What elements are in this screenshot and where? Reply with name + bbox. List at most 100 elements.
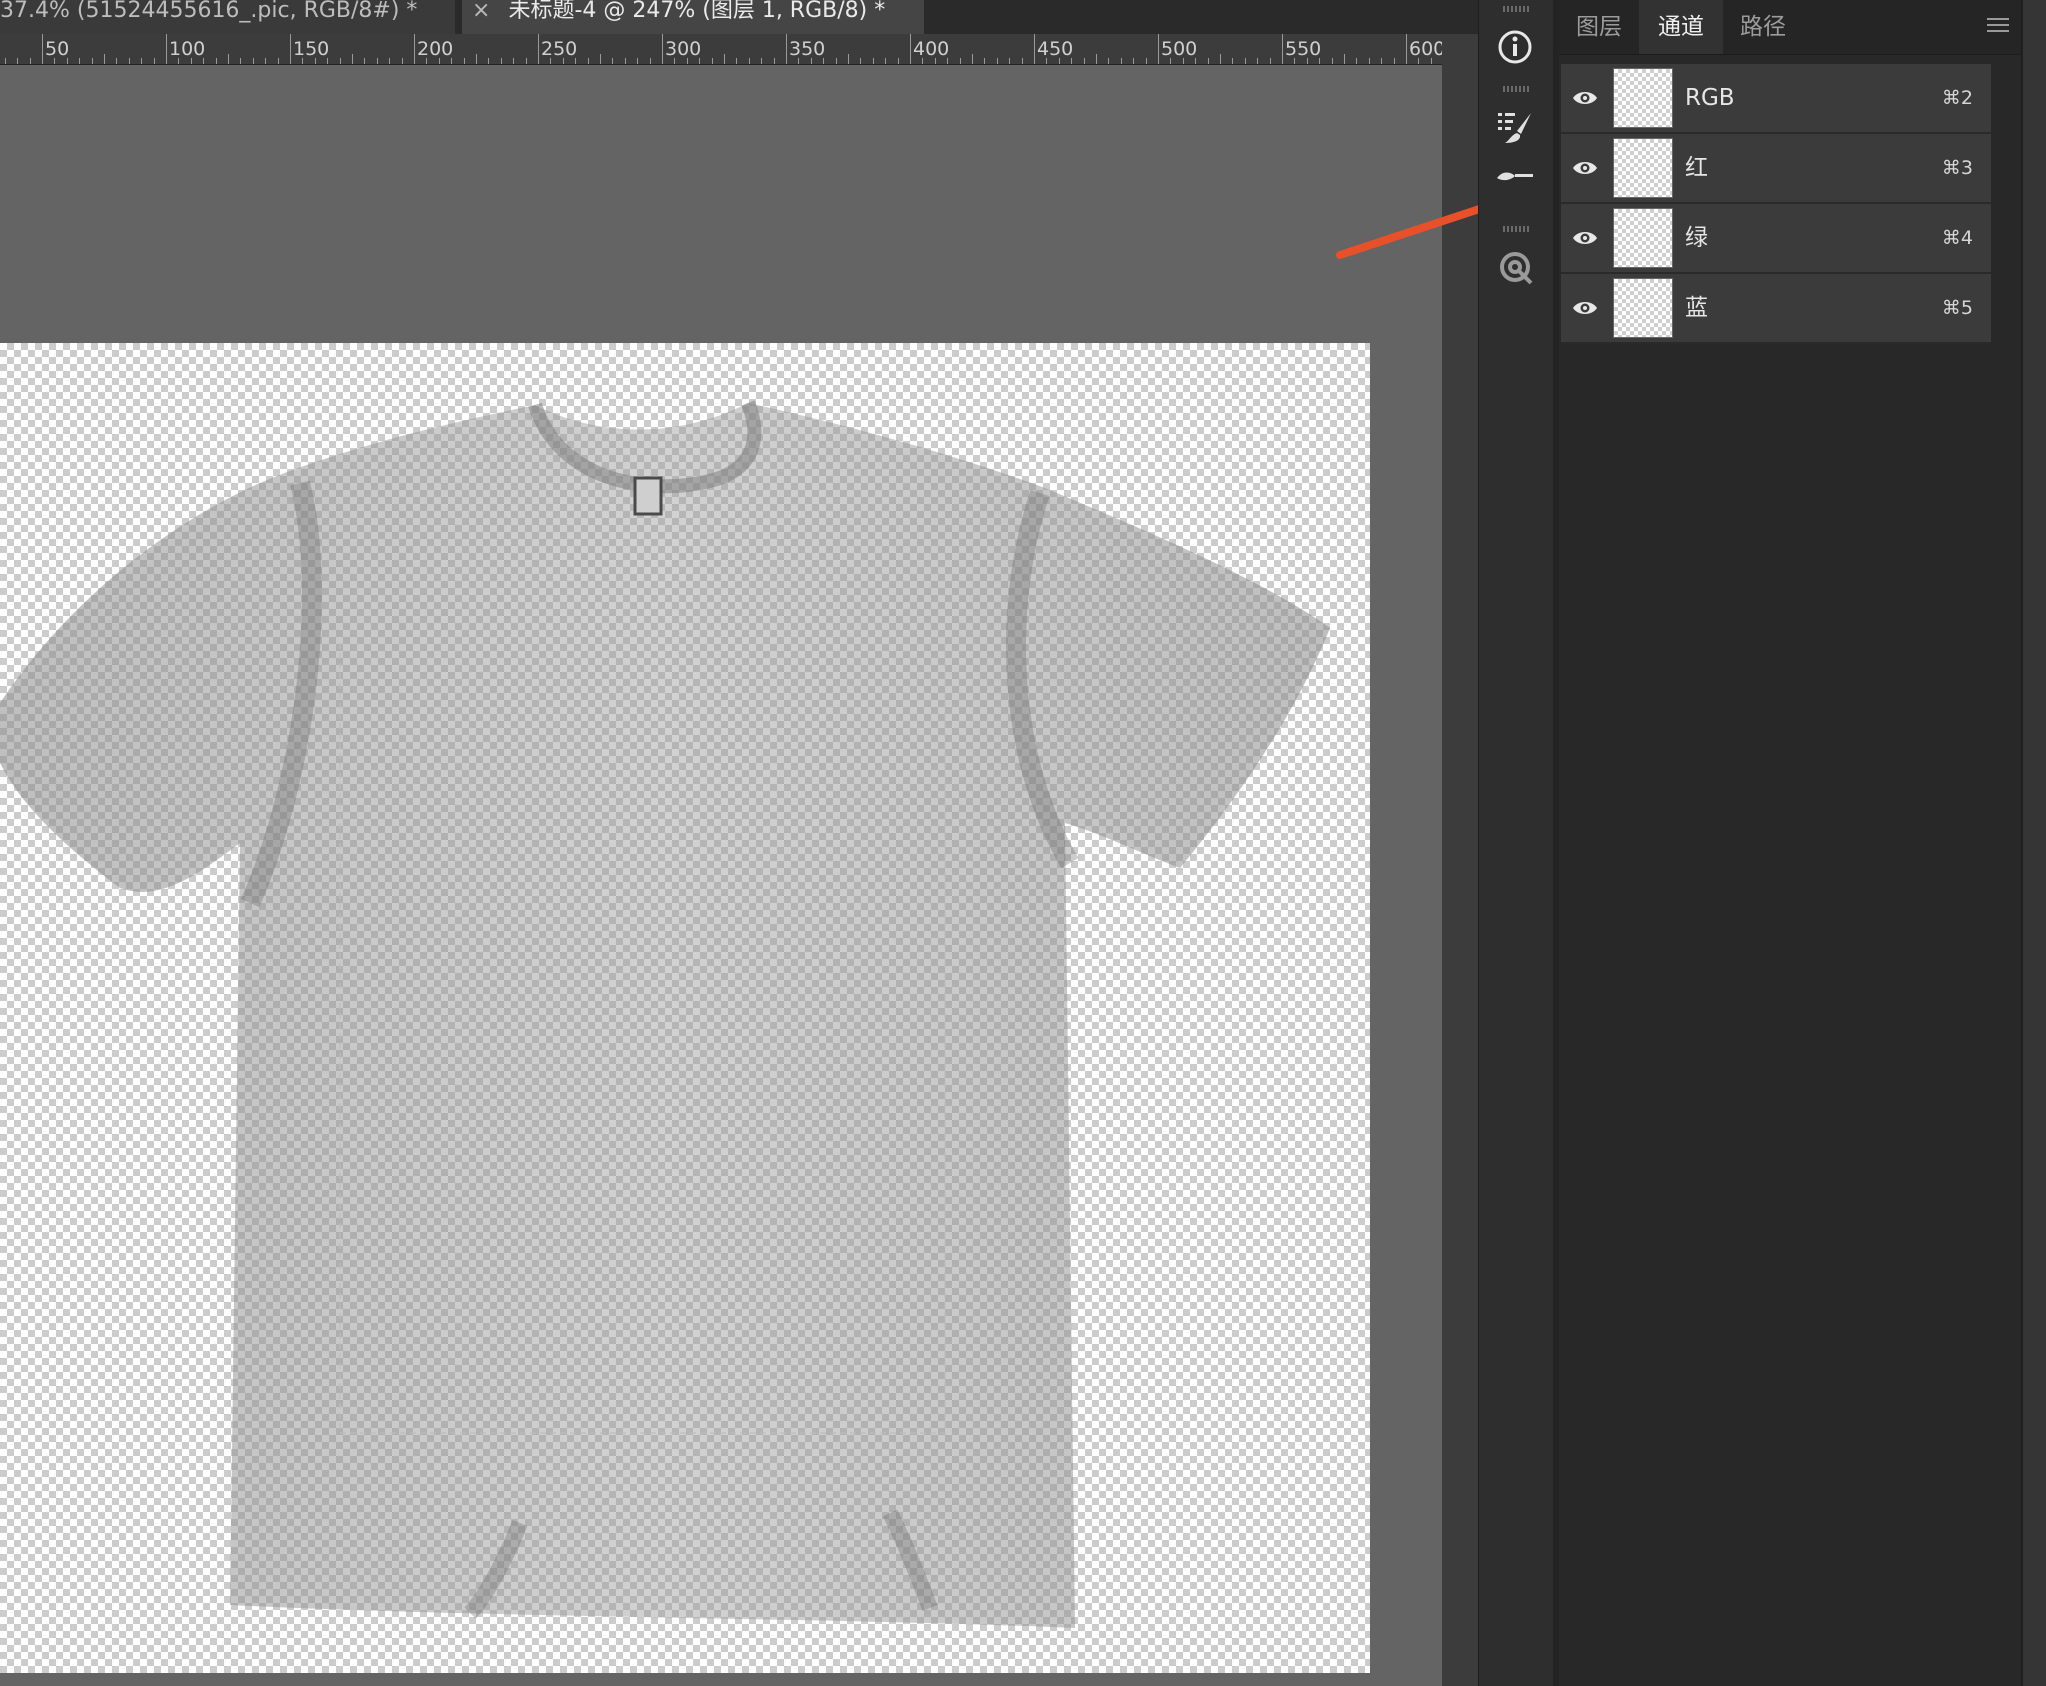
ruler-tick	[389, 58, 391, 64]
eye-icon[interactable]	[1571, 294, 1599, 322]
ruler-label: 200	[417, 38, 454, 60]
ruler-tick	[1108, 58, 1110, 64]
ruler-tick	[116, 58, 118, 64]
ruler-label: 550	[1285, 38, 1322, 60]
ruler-tick	[662, 34, 663, 64]
ruler-tick	[711, 58, 713, 64]
brush-presets-icon[interactable]	[1492, 104, 1538, 150]
channel-thumbnail	[1613, 138, 1673, 198]
tab-paths[interactable]: 路径	[1723, 0, 1803, 54]
ruler-label: 300	[665, 38, 702, 60]
document-canvas[interactable]	[0, 343, 1370, 1673]
ruler-tick	[996, 58, 998, 64]
document-tab-2[interactable]: × 未标题-4 @ 247% (图层 1, RGB/8) *	[462, 0, 924, 34]
ruler-label: 500	[1161, 38, 1198, 60]
channel-shortcut: ⌘3	[1941, 157, 1973, 179]
info-icon[interactable]	[1492, 24, 1538, 70]
ruler-tick	[1232, 58, 1234, 64]
ruler-tick	[290, 34, 291, 64]
ruler-label: 450	[1037, 38, 1074, 60]
ruler-tick	[538, 34, 539, 64]
ruler-label: 50	[45, 38, 70, 60]
panel-tab-bar: 图层 通道 路径	[1559, 0, 2021, 55]
document-tab-1-title: 37.4% (51524455616_.pic, RGB/8#) *	[0, 0, 418, 23]
channel-shortcut: ⌘4	[1941, 227, 1973, 249]
ruler-tick	[1021, 58, 1023, 64]
tshirt-image	[0, 400, 1330, 1628]
ruler-tick	[1282, 34, 1283, 64]
ruler-tick	[401, 58, 403, 64]
document-tab-1[interactable]: 37.4% (51524455616_.pic, RGB/8#) *	[0, 0, 455, 34]
tab-channels[interactable]: 通道	[1639, 0, 1723, 54]
ruler-tick	[513, 58, 515, 64]
ruler-tick	[414, 34, 415, 64]
eye-icon[interactable]	[1571, 84, 1599, 112]
ruler-tick	[587, 58, 589, 64]
ruler-tick	[959, 58, 961, 64]
tab-layers[interactable]: 图层	[1559, 0, 1639, 54]
ruler-tick	[1393, 58, 1395, 64]
ruler-tick	[835, 58, 837, 64]
ruler-tick	[624, 58, 626, 64]
ruler-tick	[463, 58, 465, 64]
dock-grip[interactable]	[1503, 6, 1531, 12]
ruler-tick	[1207, 58, 1209, 64]
eye-icon[interactable]	[1571, 224, 1599, 252]
ruler-tick	[17, 58, 19, 64]
horizontal-ruler[interactable]: 50 100 150 200 250 300 350 400 450 500 550 600	[0, 34, 1442, 65]
ruler-tick	[215, 58, 217, 64]
ruler-tick	[252, 58, 254, 64]
channel-row-red[interactable]: 红 ⌘3	[1561, 134, 1991, 204]
ruler-tick	[141, 58, 143, 64]
ruler-tick	[488, 58, 490, 64]
channel-name: RGB	[1685, 85, 1735, 111]
ruler-tick	[637, 58, 639, 64]
ruler-tick	[1257, 58, 1259, 64]
ruler-tick	[1034, 34, 1035, 64]
channel-row-green[interactable]: 绿 ⌘4	[1561, 204, 1991, 274]
channel-name: 红	[1685, 155, 1708, 181]
dock-grip[interactable]	[1503, 86, 1531, 92]
channel-row-rgb[interactable]: RGB ⌘2	[1561, 64, 1991, 134]
ruler-tick	[104, 54, 105, 64]
ruler-tick	[339, 58, 341, 64]
close-icon[interactable]: ×	[472, 0, 490, 22]
channel-thumbnail	[1613, 208, 1673, 268]
ruler-tick	[42, 34, 43, 64]
channel-row-blue[interactable]: 蓝 ⌘5	[1561, 274, 1991, 344]
ruler-tick	[500, 58, 502, 64]
libraries-icon[interactable]	[1492, 244, 1538, 290]
ruler-tick	[1145, 58, 1147, 64]
collapsed-panel-dock	[1478, 0, 1554, 1686]
channel-shortcut: ⌘2	[1941, 87, 1973, 109]
ruler-label: 350	[789, 38, 826, 60]
ruler-tick	[240, 58, 242, 64]
ruler-tick	[29, 58, 31, 64]
ruler-tick	[1381, 58, 1383, 64]
ruler-label: 400	[913, 38, 950, 60]
ruler-tick	[1158, 34, 1159, 64]
ruler-tick	[525, 58, 527, 64]
ruler-tick	[265, 58, 267, 64]
brush-icon[interactable]	[1492, 152, 1538, 198]
scroll-gutter	[1442, 34, 1478, 1686]
ruler-tick	[277, 58, 279, 64]
ruler-tick	[736, 58, 738, 64]
ruler-tick	[1368, 58, 1370, 64]
ruler-tick	[1220, 54, 1221, 64]
ruler-tick	[1356, 58, 1358, 64]
channel-name: 蓝	[1685, 295, 1708, 321]
ruler-tick	[1120, 58, 1122, 64]
ruler-tick	[872, 58, 874, 64]
ruler-tick	[376, 58, 378, 64]
ruler-tick	[4, 58, 6, 64]
ruler-label: 100	[169, 38, 206, 60]
eye-icon[interactable]	[1571, 154, 1599, 182]
document-tab-bar: 37.4% (51524455616_.pic, RGB/8#) * × 未标题-…	[0, 0, 1478, 34]
dock-grip[interactable]	[1503, 226, 1531, 232]
ruler-tick	[352, 54, 353, 64]
panel-menu-icon[interactable]	[1987, 18, 2009, 34]
ruler-tick	[600, 54, 601, 64]
ruler-tick	[153, 58, 155, 64]
ruler-tick	[1331, 58, 1333, 64]
